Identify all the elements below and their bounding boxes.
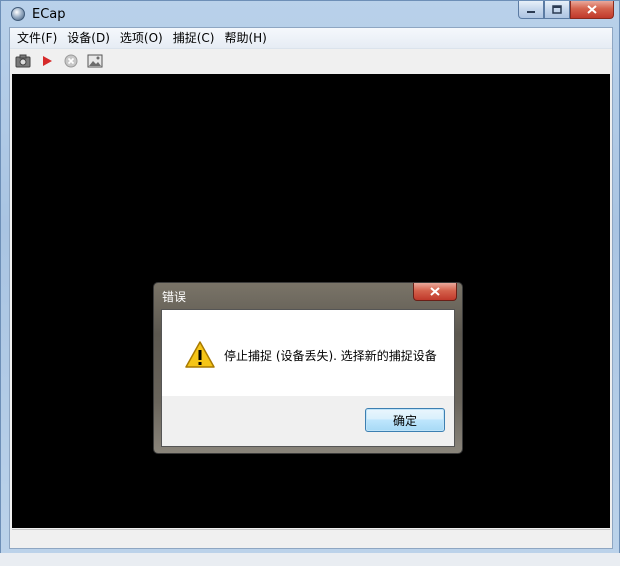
stop-icon — [64, 54, 78, 68]
dialog-message: 停止捕捉 (设备丢失). 选择新的捕捉设备 — [224, 349, 437, 363]
window-title: ECap — [32, 6, 66, 22]
status-text — [12, 531, 16, 544]
dialog-content: 停止捕捉 (设备丢失). 选择新的捕捉设备 — [162, 310, 454, 396]
title-bar[interactable]: ECap — [1, 1, 619, 27]
ok-button[interactable]: 确定 — [365, 408, 445, 432]
minimize-button[interactable] — [518, 1, 544, 19]
image-button[interactable] — [86, 52, 104, 70]
image-icon — [87, 54, 103, 68]
close-button[interactable] — [570, 1, 614, 19]
snapshot-button[interactable] — [14, 52, 32, 70]
dialog-close-button[interactable] — [413, 283, 457, 301]
warning-icon — [185, 341, 215, 368]
close-icon — [430, 287, 440, 296]
menu-device[interactable]: 设备(D) — [62, 28, 115, 48]
background-window-strip — [0, 553, 620, 566]
menu-capture[interactable]: 捕捉(C) — [168, 28, 220, 48]
menu-file[interactable]: 文件(F) — [12, 28, 62, 48]
error-dialog: 错误 停止捕捉 (设备丢失). 选择新的捕捉设备 确定 — [153, 282, 463, 454]
menu-help[interactable]: 帮助(H) — [219, 28, 271, 48]
start-capture-button[interactable] — [38, 52, 56, 70]
dialog-body: 停止捕捉 (设备丢失). 选择新的捕捉设备 确定 — [161, 309, 455, 447]
maximize-button[interactable] — [544, 1, 570, 19]
menu-bar: 文件(F) 设备(D) 选项(O) 捕捉(C) 帮助(H) — [10, 28, 612, 49]
stop-capture-button[interactable] — [62, 52, 80, 70]
play-icon — [43, 56, 52, 66]
dialog-footer: 确定 — [162, 396, 454, 446]
window-controls — [518, 1, 614, 20]
camera-icon — [15, 54, 31, 68]
app-icon[interactable] — [11, 7, 25, 21]
status-bar — [12, 529, 610, 546]
menu-options[interactable]: 选项(O) — [115, 28, 168, 48]
maximize-icon — [552, 5, 562, 14]
dialog-title-bar[interactable]: 错误 — [154, 283, 462, 307]
minimize-icon — [527, 10, 535, 13]
toolbar — [10, 49, 612, 73]
close-icon — [587, 5, 597, 14]
dialog-title: 错误 — [162, 290, 187, 304]
